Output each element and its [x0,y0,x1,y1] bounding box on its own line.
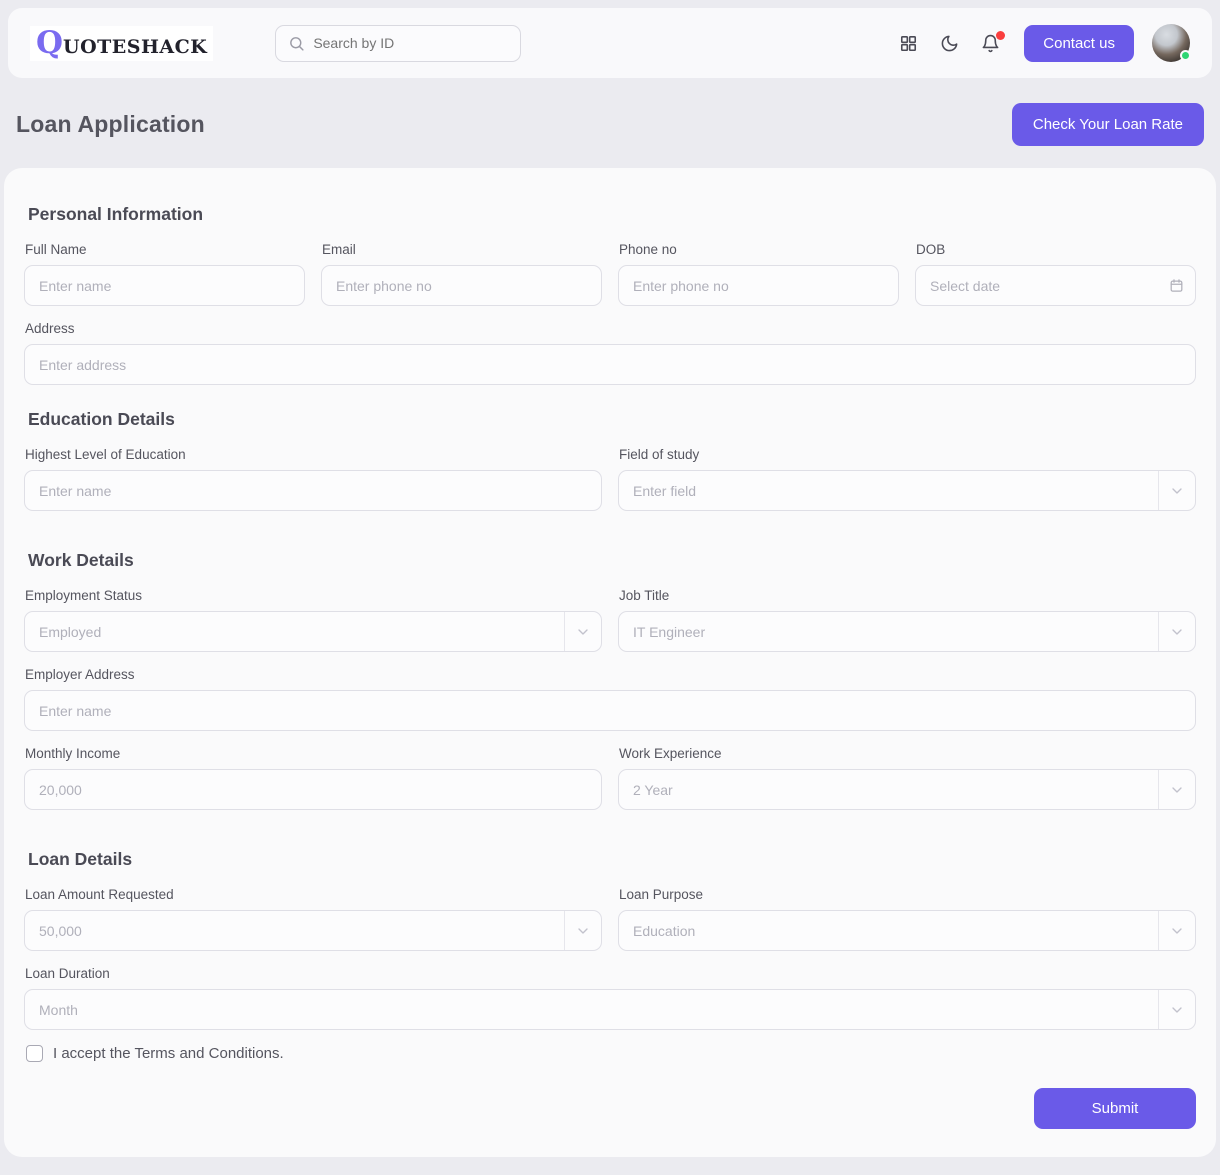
loan-purpose-label: Loan Purpose [619,887,704,902]
contact-us-button[interactable]: Contact us [1024,24,1134,62]
personal-info-row: Full Name Email Phone no DOB [24,242,1196,321]
field-of-study-select[interactable] [619,482,1158,499]
chevron-down-icon[interactable] [1158,770,1195,809]
notifications-button[interactable] [979,30,1006,55]
loan-purpose-select[interactable] [619,922,1158,939]
phone-label: Phone no [619,242,677,257]
page-title: Loan Application [16,111,205,137]
dark-mode-button[interactable] [938,32,961,55]
terms-checkbox[interactable] [26,1045,43,1062]
loan-amount-label: Loan Amount Requested [25,887,174,902]
field-employer-address: Employer Address [24,667,1196,731]
online-status-dot [1180,50,1191,61]
address-label: Address [25,321,75,336]
full-name-input[interactable] [25,277,304,294]
phone-input[interactable] [619,277,898,294]
job-title-select[interactable] [619,623,1158,640]
logo-text: UOTESHACK [63,35,208,58]
work-experience-select[interactable] [619,781,1158,798]
work-row-2: Monthly Income Work Experience [24,746,1196,825]
employer-address-label: Employer Address [25,667,135,682]
loan-application-card: Personal Information Full Name Email Pho… [4,168,1216,1157]
monthly-income-input[interactable] [25,781,601,798]
field-job-title: Job Title [618,588,1196,652]
chevron-down-icon[interactable] [1158,471,1195,510]
topbar: QUOTESHACK Contact us [8,8,1212,78]
field-loan-amount: Loan Amount Requested [24,887,602,951]
section-title-personal-information: Personal Information [28,204,204,224]
search-icon [288,35,305,52]
field-field-of-study: Field of study [618,447,1196,511]
logo-q: Q [36,24,64,61]
monthly-income-label: Monthly Income [25,746,121,761]
field-phone: Phone no [618,242,899,306]
terms-row: I accept the Terms and Conditions. [26,1045,1194,1062]
job-title-label: Job Title [619,588,670,603]
apps-grid-button[interactable] [897,32,920,55]
email-label: Email [322,242,356,257]
loan-row-1: Loan Amount Requested Loan Purpose [24,887,1196,966]
chevron-down-icon[interactable] [1158,990,1195,1029]
field-highest-education: Highest Level of Education [24,447,602,511]
section-title-loan-details: Loan Details [28,849,133,869]
section-title-work-details: Work Details [28,550,134,570]
highest-education-input[interactable] [25,482,601,499]
loan-amount-select[interactable] [25,922,564,939]
email-input[interactable] [322,277,601,294]
field-employment-status: Employment Status [24,588,602,652]
section-title-education-details: Education Details [28,409,175,429]
work-experience-label: Work Experience [619,746,722,761]
field-email: Email [321,242,602,306]
employment-status-label: Employment Status [25,588,143,603]
terms-label: I accept the Terms and Conditions. [53,1045,284,1062]
field-monthly-income: Monthly Income [24,746,602,810]
field-dob: DOB [915,242,1196,306]
highest-education-label: Highest Level of Education [25,447,186,462]
field-of-study-label: Field of study [619,447,700,462]
field-loan-purpose: Loan Purpose [618,887,1196,951]
full-name-label: Full Name [25,242,87,257]
check-loan-rate-button[interactable]: Check Your Loan Rate [1011,103,1204,146]
logo[interactable]: QUOTESHACK [30,24,214,61]
search-input[interactable] [313,35,509,51]
loan-duration-label: Loan Duration [25,966,110,981]
field-full-name: Full Name [24,242,305,306]
field-address: Address [24,321,1196,385]
search-box[interactable] [275,24,522,62]
page-head: Loan Application Check Your Loan Rate [0,78,1220,168]
topbar-actions: Contact us [897,24,1191,62]
chevron-down-icon[interactable] [564,911,601,950]
dob-label: DOB [916,242,946,257]
submit-row: Submit [24,1088,1196,1129]
dob-input[interactable] [916,277,1195,294]
chevron-down-icon[interactable] [1158,612,1195,651]
submit-button[interactable]: Submit [1034,1088,1196,1129]
field-loan-duration: Loan Duration [24,966,1196,1030]
address-input[interactable] [25,356,1195,373]
loan-duration-select[interactable] [25,1001,1158,1018]
notification-dot [996,30,1006,40]
moon-icon [940,34,959,53]
chevron-down-icon[interactable] [1158,911,1195,950]
employment-status-select[interactable] [25,623,564,640]
work-row-1: Employment Status Job Title [24,588,1196,667]
avatar[interactable] [1152,24,1191,62]
chevron-down-icon[interactable] [564,612,601,651]
field-work-experience: Work Experience [618,746,1196,810]
employer-address-input[interactable] [25,702,1195,719]
grid-icon [899,34,918,53]
calendar-icon[interactable] [1169,266,1184,305]
education-row: Highest Level of Education Field of stud… [24,447,1196,526]
